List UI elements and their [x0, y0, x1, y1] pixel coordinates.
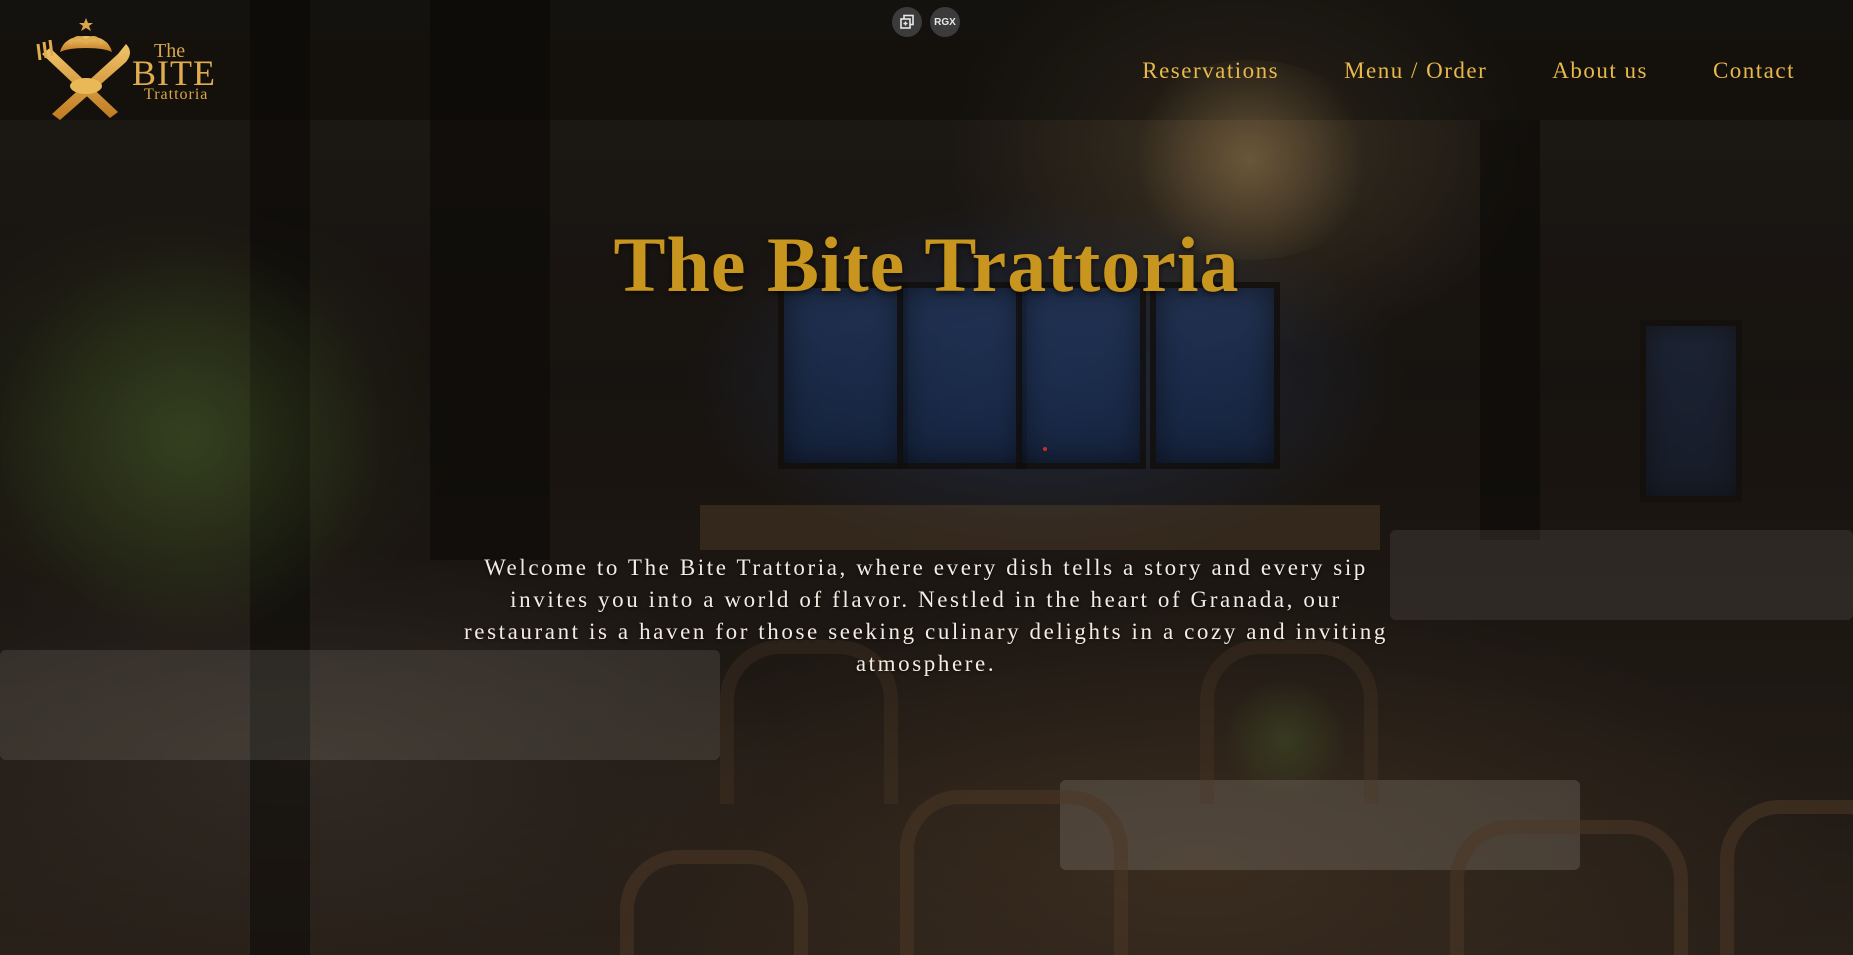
rgx-label: RGX — [934, 16, 956, 28]
nav-link-menu-order[interactable]: Menu / Order — [1344, 58, 1487, 84]
hero-description: Welcome to The Bite Trattoria, where eve… — [464, 555, 1388, 676]
extension-toolbar: RGX — [892, 7, 960, 37]
logo-text-trattoria: Trattoria — [144, 86, 209, 103]
rgx-extension-button[interactable]: RGX — [930, 7, 960, 37]
nav-link-about-us[interactable]: About us — [1552, 58, 1648, 84]
crossed-fork-knife-logo-icon — [36, 18, 130, 120]
dark-overlay — [0, 0, 1853, 955]
cursor-dot — [1043, 447, 1047, 451]
copy-icon — [900, 14, 914, 29]
site-logo[interactable]: The BITE Trattoria — [34, 14, 224, 126]
copy-extension-button[interactable] — [892, 7, 922, 37]
nav-link-reservations[interactable]: Reservations — [1142, 58, 1279, 84]
hero-title: The Bite Trattoria — [613, 221, 1240, 308]
page: RGX The BITE Trattoria Reservations Menu… — [0, 0, 1853, 955]
nav-link-contact[interactable]: Contact — [1713, 58, 1795, 84]
main-navigation: Reservations Menu / Order About us Conta… — [1142, 58, 1795, 84]
